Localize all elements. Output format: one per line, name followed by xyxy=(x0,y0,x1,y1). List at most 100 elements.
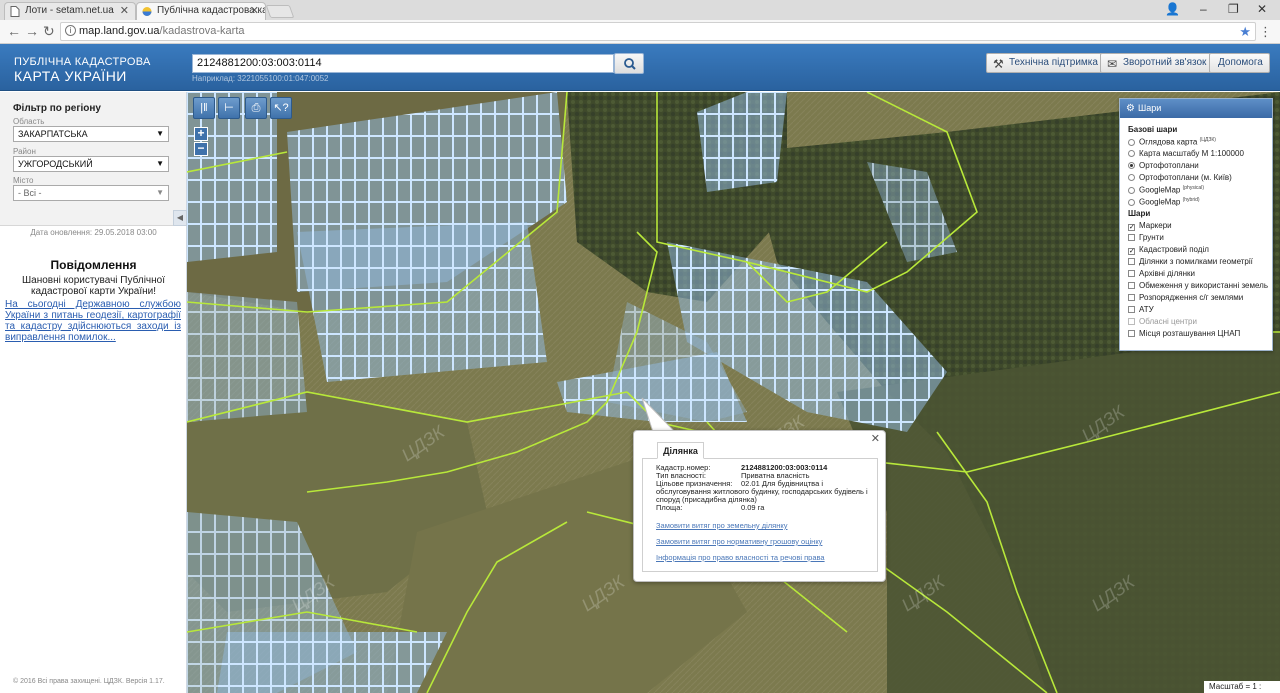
feedback-label: Зворотний зв'язок xyxy=(1123,57,1207,68)
search-button[interactable] xyxy=(614,53,644,74)
logo-line1: ПУБЛІЧНА КАДАСТРОВА xyxy=(14,56,151,68)
checkbox-checked-icon: ✓ xyxy=(1128,248,1135,255)
base-layer-google-hybrid[interactable]: GoogleMap (hybrid) xyxy=(1128,197,1200,207)
dropdown-arrow-icon: ▼ xyxy=(156,188,164,197)
city-label: Місто xyxy=(13,176,34,185)
layer-soils[interactable]: Грунти xyxy=(1128,233,1164,242)
checkbox-icon xyxy=(1128,270,1135,277)
info-icon[interactable]: i xyxy=(65,25,76,36)
print-button[interactable]: ⎙ xyxy=(245,97,267,119)
base-layer-google-physical[interactable]: GoogleMap (physical) xyxy=(1128,185,1204,195)
layer-restrictions[interactable]: Обмеження у використанні земель xyxy=(1128,281,1268,290)
profile-icon[interactable]: 👤 xyxy=(1165,2,1180,16)
parcel-popup: ✕ Ділянка Кадастр.номер: 2124881200:03:0… xyxy=(633,430,886,582)
base-layers-title: Базові шари xyxy=(1128,125,1178,134)
checkbox-icon xyxy=(1128,306,1135,313)
browser-tab-kadastr[interactable]: Публічна кадастрова ка ✕ xyxy=(136,2,266,20)
map-view[interactable]: ЦДЗК ЦДЗК ЦДЗК ЦДЗК ЦДЗК ЦДЗК ЦДЗК |‖ ⊢ … xyxy=(187,92,1280,693)
close-window-icon[interactable]: ✕ xyxy=(1257,2,1267,16)
base-layer-ortho[interactable]: Ортофотоплани xyxy=(1128,161,1199,170)
close-icon[interactable]: ✕ xyxy=(871,432,880,445)
zoom-in-button[interactable]: + xyxy=(194,127,208,141)
back-icon[interactable]: ← xyxy=(7,23,21,39)
layer-regional-centers[interactable]: Обласні центри xyxy=(1128,317,1197,326)
new-tab-button[interactable] xyxy=(265,5,295,18)
browser-address-bar: ← → ↻ i map.land.gov.ua/kadastrova-karta… xyxy=(0,20,1280,44)
order-parcel-extract-link[interactable]: Замовити витяг про земельну ділянку xyxy=(656,521,788,530)
city-value: - Всі - xyxy=(18,188,42,198)
reload-icon[interactable]: ↻ xyxy=(43,23,55,39)
orthophoto-map[interactable]: ЦДЗК ЦДЗК ЦДЗК ЦДЗК ЦДЗК ЦДЗК ЦДЗК xyxy=(187,92,1280,693)
layers-title: Шари xyxy=(1138,103,1162,113)
mail-icon: ✉ xyxy=(1107,57,1118,71)
layer-cadastral[interactable]: ✓ Кадастровий поділ xyxy=(1128,245,1209,255)
page-icon xyxy=(10,6,20,17)
radio-icon xyxy=(1128,138,1135,146)
url-path: /kadastrova-karta xyxy=(159,25,245,37)
close-tab-icon[interactable]: ✕ xyxy=(250,3,259,19)
site-header: ПУБЛІЧНА КАДАСТРОВА КАРТА УКРАЇНИ 212488… xyxy=(0,44,1280,91)
parcel-cluster[interactable] xyxy=(297,222,547,382)
checkbox-icon xyxy=(1128,330,1135,337)
notice-link[interactable]: На сьогодні Державною службою України з … xyxy=(5,299,181,343)
base-layer-ortho-kyiv[interactable]: Ортофотоплани (м. Київ) xyxy=(1128,173,1232,182)
radio-icon xyxy=(1128,198,1135,206)
copyright: © 2016 Всі права захищені. ЦДЗК. Версія … xyxy=(13,678,165,685)
radio-icon xyxy=(1128,150,1135,157)
dropdown-arrow-icon: ▼ xyxy=(156,129,164,138)
cadastral-search-input[interactable]: 2124881200:03:003:0114 xyxy=(192,54,614,73)
collapse-panel-button[interactable]: ◀ xyxy=(173,210,187,226)
help-button[interactable]: Допомога xyxy=(1209,53,1270,73)
logo-line2: КАРТА УКРАЇНИ xyxy=(14,68,127,84)
popup-pointer xyxy=(641,397,677,433)
support-label: Технічна підтримка xyxy=(1009,57,1098,68)
area-value: 0.09 га xyxy=(741,503,765,512)
help-label: Допомога xyxy=(1218,57,1263,68)
base-layer-overview[interactable]: Оглядова карта (ЦДЗК) xyxy=(1128,137,1216,147)
order-valuation-extract-link[interactable]: Замовити витяг про нормативну грошову оц… xyxy=(656,537,822,546)
support-button[interactable]: ⚒ Технічна підтримка xyxy=(986,53,1107,73)
maximize-icon[interactable]: ❐ xyxy=(1228,2,1239,16)
browser-tab-bar: Лоти - setam.net.ua ✕ Публічна кадастров… xyxy=(0,0,1280,20)
close-tab-icon[interactable]: ✕ xyxy=(120,3,129,19)
parcel-cluster[interactable] xyxy=(697,92,787,192)
zoom-out-button[interactable]: − xyxy=(194,142,208,156)
checkbox-icon xyxy=(1128,282,1135,289)
checkbox-icon xyxy=(1128,234,1135,241)
district-label: Район xyxy=(13,147,36,156)
minimize-icon[interactable]: – xyxy=(1200,2,1207,16)
ownership-info-link[interactable]: Інформація про право власності та речові… xyxy=(656,553,825,562)
url-host: map.land.gov.ua xyxy=(79,25,160,37)
browser-tab-setam[interactable]: Лоти - setam.net.ua ✕ xyxy=(4,2,136,20)
district-value: УЖГОРОДСЬКИЙ xyxy=(18,159,93,169)
district-select[interactable]: УЖГОРОДСЬКИЙ ▼ xyxy=(13,156,169,172)
radio-selected-icon xyxy=(1128,162,1135,169)
popup-tab-parcel[interactable]: Ділянка xyxy=(657,442,704,459)
base-layer-map100k[interactable]: Карта масштабу М 1:100000 xyxy=(1128,149,1244,158)
layer-archive[interactable]: Архівні ділянки xyxy=(1128,269,1195,278)
popup-content: Кадастр.номер: 2124881200:03:003:0114 Ти… xyxy=(642,458,878,572)
feedback-button[interactable]: ✉ Зворотний зв'язок xyxy=(1100,53,1216,73)
info-pointer-button[interactable]: ↖? xyxy=(270,97,292,119)
parcel-cluster[interactable] xyxy=(187,292,307,422)
url-input[interactable]: i map.land.gov.ua/kadastrova-karta ★ xyxy=(60,22,1256,41)
parcel-cluster[interactable] xyxy=(217,632,447,693)
forward-icon[interactable]: → xyxy=(25,23,39,39)
layer-markers[interactable]: ✓ Маркери xyxy=(1128,221,1172,231)
layers-header[interactable]: ⚙ Шари xyxy=(1120,99,1272,118)
layer-agro-disposal[interactable]: Розпорядження с/г землями xyxy=(1128,293,1243,302)
city-select[interactable]: - Всі - ▼ xyxy=(13,185,169,201)
notice-greeting: Шановні користувачі Публічної кадастрово… xyxy=(22,275,165,297)
region-label: Область xyxy=(13,117,45,126)
bookmark-star-icon[interactable]: ★ xyxy=(1239,23,1251,40)
search-icon xyxy=(624,58,636,70)
radio-icon xyxy=(1128,186,1135,194)
layer-cnap[interactable]: Місця розташування ЦНАП xyxy=(1128,329,1240,338)
measure-length-button[interactable]: |‖ xyxy=(193,97,215,119)
region-select[interactable]: ЗАКАРПАТСЬКА ▼ xyxy=(13,126,169,142)
layer-atu[interactable]: АТУ xyxy=(1128,305,1154,314)
browser-menu-icon[interactable]: ⋮ xyxy=(1259,24,1272,40)
checkbox-icon xyxy=(1128,294,1135,301)
layer-geometry-errors[interactable]: Ділянки з помилками геометрії xyxy=(1128,257,1253,266)
measure-area-button[interactable]: ⊢ xyxy=(218,97,240,119)
